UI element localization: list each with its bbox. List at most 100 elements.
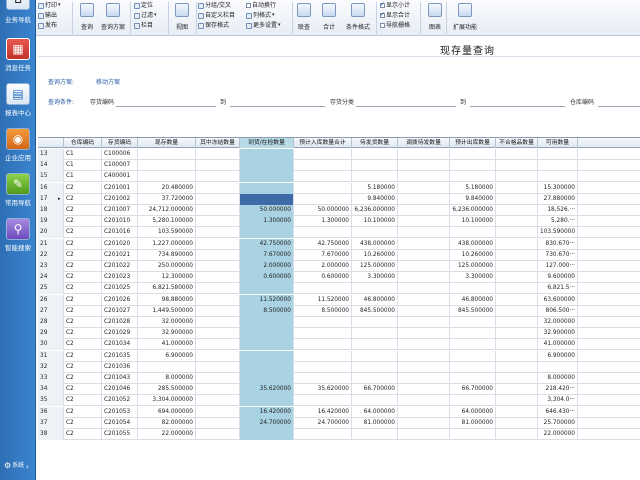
- table-cell[interactable]: 41.000000: [538, 339, 578, 351]
- table-row[interactable]: 20 C2 C201016 103.590000 103.590000: [38, 227, 640, 239]
- table-cell[interactable]: [450, 350, 496, 362]
- table-row[interactable]: 21 C2 C201020 1,227.000000 42.750000 42.75000…: [38, 238, 640, 250]
- table-cell[interactable]: [496, 193, 538, 205]
- table-cell[interactable]: [240, 171, 294, 183]
- table-cell[interactable]: 285.500000: [138, 384, 196, 396]
- table-cell[interactable]: [450, 429, 496, 440]
- table-cell[interactable]: [196, 395, 240, 407]
- table-cell[interactable]: 1.300000: [240, 216, 294, 228]
- table-cell[interactable]: [196, 373, 240, 384]
- table-cell[interactable]: C2: [64, 294, 102, 306]
- table-cell[interactable]: [294, 160, 352, 172]
- table-cell[interactable]: [496, 149, 538, 160]
- table-row[interactable]: 34 C2 C201046 285.500000 35.620000 35.620000 6…: [38, 384, 640, 396]
- table-row[interactable]: 35 C2 C201052 3,304.000000 3,304.0···: [38, 395, 640, 407]
- table-cell[interactable]: [196, 429, 240, 440]
- table-cell[interactable]: C2: [64, 227, 102, 239]
- table-cell[interactable]: 16.420000: [240, 406, 294, 418]
- table-cell[interactable]: 24.700000: [294, 417, 352, 429]
- table-cell[interactable]: C201029: [102, 328, 138, 340]
- table-cell[interactable]: [496, 395, 538, 407]
- table-cell[interactable]: [196, 294, 240, 306]
- table-cell[interactable]: [398, 160, 450, 172]
- table-cell[interactable]: [538, 361, 578, 373]
- table-cell[interactable]: [398, 395, 450, 407]
- table-cell[interactable]: [450, 373, 496, 384]
- table-cell[interactable]: 6,236.000000: [352, 205, 398, 216]
- table-cell[interactable]: 127.000···: [538, 261, 578, 272]
- table-cell[interactable]: 5.180000: [450, 182, 496, 194]
- table-cell[interactable]: [398, 339, 450, 351]
- show-total-toggle[interactable]: 显示合计: [380, 11, 410, 19]
- table-cell[interactable]: [398, 182, 450, 194]
- table-cell[interactable]: [450, 149, 496, 160]
- table-cell[interactable]: C201052: [102, 395, 138, 407]
- view-icon[interactable]: [175, 3, 189, 17]
- table-cell[interactable]: [138, 149, 196, 160]
- table-cell[interactable]: 46.800000: [352, 294, 398, 306]
- auto-wrap-toggle[interactable]: 自动换行: [246, 2, 276, 9]
- table-row[interactable]: 25 C2 C201025 6,821.580000 6,821.5···: [38, 283, 640, 295]
- table-cell[interactable]: [196, 384, 240, 396]
- table-cell[interactable]: [496, 305, 538, 317]
- column-format-button[interactable]: 列格式 ▾: [246, 12, 275, 19]
- table-cell[interactable]: [196, 328, 240, 340]
- total-icon[interactable]: [322, 3, 336, 17]
- table-cell[interactable]: [496, 328, 538, 340]
- export-button[interactable]: 输出: [38, 12, 57, 19]
- table-cell[interactable]: 8.500000: [240, 305, 294, 317]
- column-header[interactable]: 调拨待发数量: [398, 138, 450, 148]
- table-row[interactable]: 14 C1 C100007: [38, 160, 640, 172]
- extension-icon[interactable]: [458, 3, 472, 17]
- table-cell[interactable]: [196, 249, 240, 261]
- table-cell[interactable]: [538, 160, 578, 172]
- table-cell[interactable]: C2: [64, 328, 102, 340]
- table-cell[interactable]: 0.600000: [240, 272, 294, 284]
- table-cell[interactable]: 218.420···: [538, 384, 578, 396]
- table-cell[interactable]: 27.880000: [538, 193, 578, 205]
- table-cell[interactable]: [398, 216, 450, 228]
- custom-columns-button[interactable]: 自定义栏目: [198, 12, 235, 19]
- inv-class-from-input[interactable]: [356, 106, 456, 107]
- table-cell[interactable]: C2: [64, 417, 102, 429]
- table-cell[interactable]: 6.900000: [138, 350, 196, 362]
- inv-class-to-input[interactable]: [470, 106, 565, 107]
- table-cell[interactable]: 24.700000: [240, 417, 294, 429]
- table-cell[interactable]: 5.180000: [352, 182, 398, 194]
- table-cell[interactable]: [398, 361, 450, 373]
- table-cell[interactable]: 16.420000: [294, 406, 352, 418]
- nav-message-label[interactable]: 消息任务: [0, 62, 36, 72]
- table-cell[interactable]: [398, 227, 450, 239]
- table-cell[interactable]: [352, 339, 398, 351]
- table-cell[interactable]: [138, 361, 196, 373]
- table-cell[interactable]: [352, 227, 398, 239]
- table-cell[interactable]: [496, 238, 538, 250]
- table-cell[interactable]: 8.000000: [138, 373, 196, 384]
- table-cell[interactable]: [240, 149, 294, 160]
- table-row[interactable]: 36 C2 C201053 694.000000 16.420000 16.420000 6…: [38, 406, 640, 418]
- table-cell[interactable]: 10.100000: [352, 216, 398, 228]
- table-cell[interactable]: [240, 373, 294, 384]
- table-cell[interactable]: [450, 283, 496, 295]
- table-row[interactable]: 29 C2 C201029 32.900000 32.900000: [38, 328, 640, 340]
- table-cell[interactable]: 1.300000: [294, 216, 352, 228]
- column-header[interactable]: 现存数量: [138, 138, 196, 148]
- table-cell[interactable]: [398, 350, 450, 362]
- table-cell[interactable]: 66.700000: [450, 384, 496, 396]
- table-cell[interactable]: [138, 160, 196, 172]
- table-cell[interactable]: 1,449.500000: [138, 305, 196, 317]
- table-cell[interactable]: C201016: [102, 227, 138, 239]
- column-header[interactable]: 仓库编码: [64, 138, 102, 148]
- query-scheme-icon[interactable]: [106, 3, 120, 17]
- table-cell[interactable]: [538, 149, 578, 160]
- table-cell[interactable]: [398, 328, 450, 340]
- table-cell[interactable]: C201020: [102, 238, 138, 250]
- table-cell[interactable]: [352, 350, 398, 362]
- table-row[interactable]: 31 C2 C201035 6.900000 6.900000: [38, 350, 640, 362]
- table-cell[interactable]: C201053: [102, 406, 138, 418]
- more-settings-button[interactable]: 更多设置 ▾: [246, 22, 281, 29]
- table-cell[interactable]: [294, 328, 352, 340]
- table-cell[interactable]: 845.500000: [450, 305, 496, 317]
- table-cell[interactable]: 438.000000: [352, 238, 398, 250]
- table-cell[interactable]: [496, 205, 538, 216]
